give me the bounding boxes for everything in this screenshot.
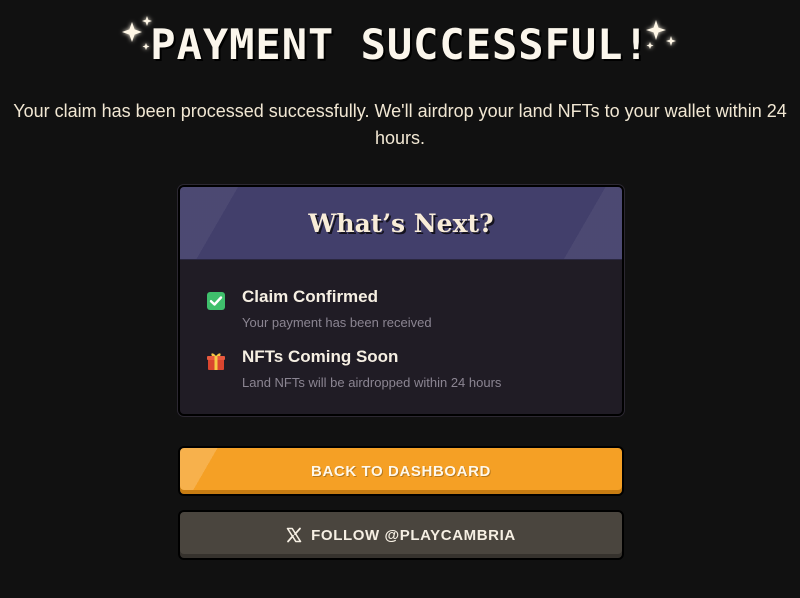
step-description: Land NFTs will be airdropped within 24 h… xyxy=(242,375,502,390)
step-description: Your payment has been received xyxy=(242,315,432,330)
header: PAYMENT SUCCESSFUL! xyxy=(0,12,800,82)
follow-label: FOLLOW @PLAYCAMBRIA xyxy=(311,526,516,544)
follow-playcambria-button[interactable]: FOLLOW @PLAYCAMBRIA xyxy=(178,510,624,560)
success-message: Your claim has been processed successful… xyxy=(13,101,787,148)
sparkle-icon xyxy=(638,12,684,58)
step-title: NFTs Coming Soon xyxy=(242,347,399,366)
back-to-dashboard-button[interactable]: BACK TO DASHBOARD xyxy=(178,446,624,496)
check-icon xyxy=(206,291,226,311)
whats-next-card: What’s Next? Claim Confirmed Your paymen… xyxy=(178,185,624,416)
back-to-dashboard-label: BACK TO DASHBOARD xyxy=(311,462,491,480)
gift-icon xyxy=(206,351,226,371)
payment-success-page: PAYMENT SUCCESSFUL! Your claim has been … xyxy=(0,0,800,598)
steps-list: Claim Confirmed Your payment has been re… xyxy=(206,287,602,407)
step-nfts-coming-soon: NFTs Coming Soon Land NFTs will be airdr… xyxy=(206,347,602,407)
x-logo-icon xyxy=(286,527,302,543)
step-title: Claim Confirmed xyxy=(242,287,379,306)
step-claim-confirmed: Claim Confirmed Your payment has been re… xyxy=(206,287,602,347)
card-header: What’s Next? xyxy=(180,187,622,260)
card-title: What’s Next? xyxy=(308,209,494,238)
